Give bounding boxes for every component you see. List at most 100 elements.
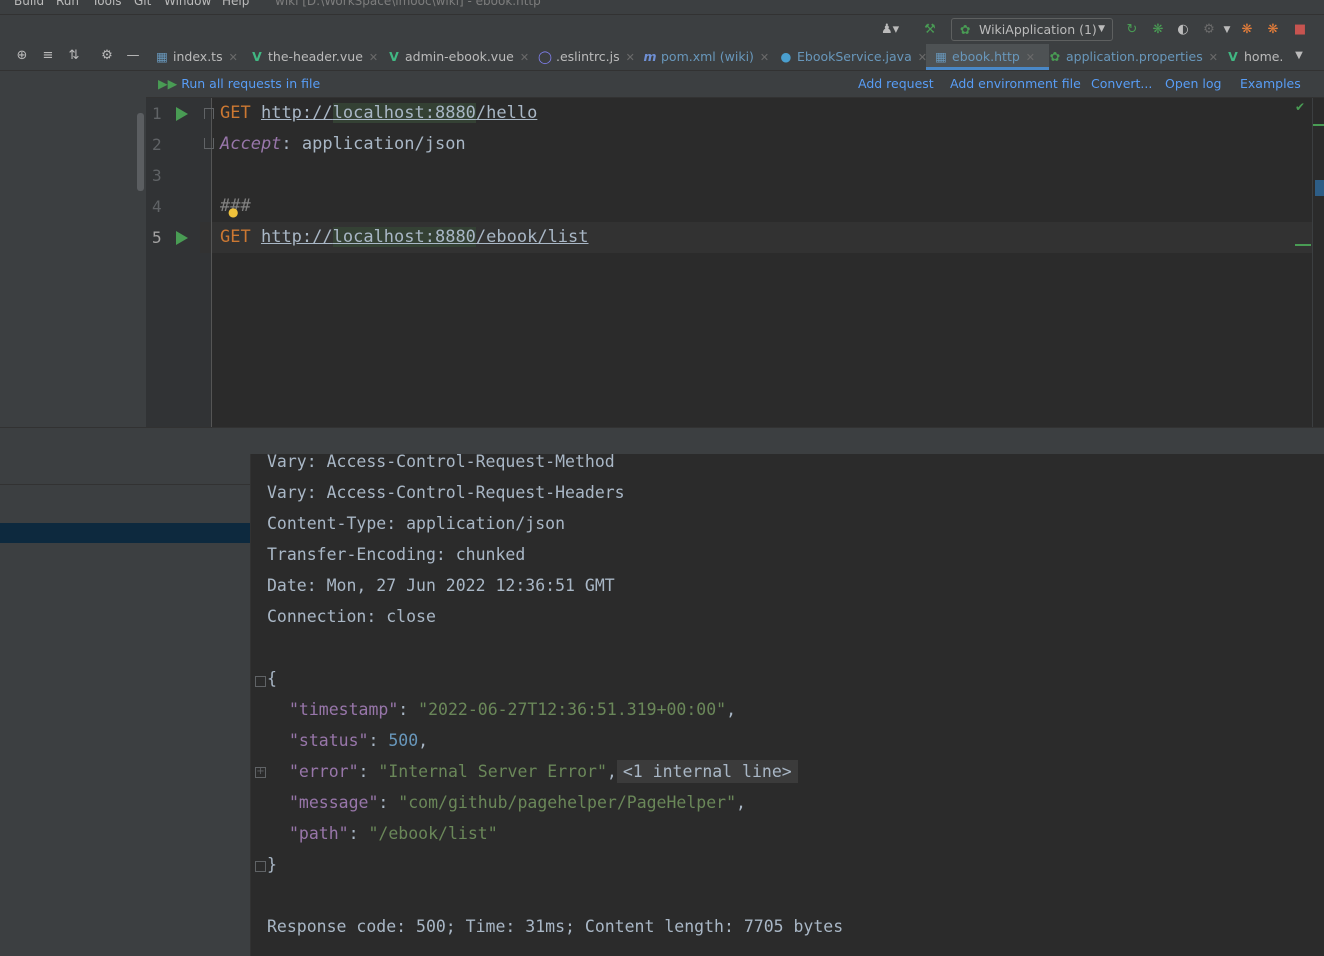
json-key: "path"	[289, 824, 349, 843]
header-colon: :	[281, 134, 302, 154]
run-all-requests-button[interactable]: ▶▶ Run all requests in file	[158, 76, 320, 91]
debug-bug-icon[interactable]: ❋	[1149, 21, 1167, 39]
menu-build[interactable]: Build	[14, 0, 44, 8]
tab-label: application.properties	[1066, 49, 1203, 64]
response-summary: Response code: 500; Time: 31ms; Content …	[267, 917, 844, 936]
close-icon[interactable]: ✕	[229, 51, 238, 64]
build-hammer-icon[interactable]: ⚒	[921, 21, 939, 39]
json-key: "error"	[289, 762, 359, 781]
json-path: "path": "/ebook/list"	[289, 824, 498, 843]
json-value: "2022-06-27T12:36:51.319+00:00"	[418, 700, 727, 719]
expand-all-icon[interactable]: ≡	[40, 48, 56, 64]
tab-label: index.ts	[173, 49, 223, 64]
scroll-thumb[interactable]	[1315, 180, 1324, 196]
json-status: "status": 500,	[289, 731, 429, 750]
user-icon[interactable]: ♟▾	[881, 21, 899, 39]
chevron-down-icon[interactable]: ▼	[1218, 21, 1236, 39]
url-host: localhost:8880	[332, 103, 476, 123]
json-value: "com/github/pagehelper/PageHelper"	[398, 793, 737, 812]
change-marker	[1313, 124, 1324, 126]
response-header: Transfer-Encoding: chunked	[267, 545, 526, 564]
run-all-icon: ▶▶	[158, 76, 178, 91]
code-line-5: GET http://localhost:8880/ebook/list	[220, 222, 589, 252]
expand-icon[interactable]: +	[255, 767, 266, 778]
vue-file-icon: V	[252, 49, 262, 64]
tab-application-properties[interactable]: ✿ application.properties ✕	[1048, 44, 1218, 70]
tab-label: home.	[1244, 49, 1284, 64]
menu-tools[interactable]: Tools	[92, 0, 122, 8]
http-file-icon: ▦	[935, 49, 947, 64]
stop-icon[interactable]: ■	[1291, 21, 1309, 39]
menu-run[interactable]: Run	[56, 0, 79, 8]
attach-debugger-icon[interactable]: ❋	[1238, 21, 1256, 39]
json-value: "Internal Server Error"	[378, 762, 607, 781]
chevron-down-icon[interactable]: ▼	[1291, 48, 1307, 64]
vue-file-icon: V	[1228, 49, 1238, 64]
run-request-icon[interactable]	[176, 231, 188, 245]
code-editor[interactable]: GET http://localhost:8880/hello Accept: …	[212, 98, 1312, 427]
menu-window[interactable]: Window	[164, 0, 211, 8]
rerun-icon[interactable]: ↻	[1123, 21, 1141, 39]
line-number: 4	[152, 197, 162, 216]
panel-divider[interactable]	[0, 427, 1324, 455]
tab-admin-ebook-vue[interactable]: Vadmin-ebook.vue ✕	[387, 44, 529, 70]
examples-link[interactable]: Examples	[1240, 76, 1301, 91]
close-icon[interactable]: ✕	[1209, 51, 1218, 64]
response-header: Connection: close	[267, 607, 436, 626]
profile-icon[interactable]: ⚙	[1200, 21, 1218, 39]
tab-pom-xml[interactable]: m pom.xml (wiki) ✕	[643, 44, 769, 70]
close-icon[interactable]: ✕	[369, 51, 378, 64]
line-number: 2	[152, 135, 162, 154]
tab-label: admin-ebook.vue	[405, 49, 514, 64]
editor-error-stripe[interactable]: ✔	[1295, 98, 1324, 427]
fold-icon[interactable]	[255, 861, 266, 872]
close-icon[interactable]: ✕	[520, 51, 529, 64]
close-icon[interactable]: ✕	[1026, 51, 1035, 64]
tab-ebook-http[interactable]: ▦ ebook.http ✕	[926, 44, 1049, 70]
menu-git[interactable]: Git	[134, 0, 151, 8]
tab-home-vue[interactable]: Vhome.	[1226, 44, 1286, 70]
fold-icon[interactable]	[255, 676, 266, 687]
run-all-label: Run all requests in file	[181, 76, 321, 91]
code-line-2: Accept: application/json	[220, 129, 466, 159]
window-title: wiki [D:\WorkSpace\imooc\wiki] - ebook.h…	[275, 0, 541, 8]
locate-icon[interactable]: ⊕	[14, 48, 30, 64]
json-key: "status"	[289, 731, 369, 750]
restart-debug-icon[interactable]: ❋	[1264, 21, 1282, 39]
run-configuration-select[interactable]: ✿ WikiApplication (1) ▼	[951, 18, 1113, 41]
tab-label: the-header.vue	[268, 49, 363, 64]
url-host: localhost:8880	[332, 227, 476, 247]
folded-lines-badge[interactable]: <1 internal line>	[616, 760, 798, 783]
close-icon[interactable]: ✕	[626, 51, 635, 64]
collapse-all-icon[interactable]: ⇅	[66, 48, 82, 64]
open-log-link[interactable]: Open log	[1165, 76, 1221, 91]
coverage-icon[interactable]: ◐	[1174, 21, 1192, 39]
request-url[interactable]: http://localhost:8880/hello	[261, 103, 537, 123]
tab-eslintrc-js[interactable]: ◯ .eslintrc.js ✕	[538, 44, 635, 70]
maven-file-icon: m	[643, 49, 657, 64]
add-environment-file-link[interactable]: Add environment file	[950, 76, 1081, 91]
close-icon[interactable]: ✕	[760, 51, 769, 64]
hide-panel-icon[interactable]: —	[125, 48, 141, 64]
header-value: application/json	[301, 134, 466, 154]
scrollbar[interactable]	[137, 113, 144, 191]
url-scheme: http://	[260, 103, 333, 123]
convert-link[interactable]: Convert...	[1091, 76, 1152, 91]
lightbulb-icon[interactable]: ●	[228, 205, 238, 219]
tab-the-header-vue[interactable]: Vthe-header.vue ✕	[250, 44, 378, 70]
code-line-1: GET http://localhost:8880/hello	[220, 98, 537, 128]
response-header: Vary: Access-Control-Request-Headers	[267, 483, 625, 502]
chevron-down-icon: ▼	[1098, 24, 1105, 34]
tab-index-ts[interactable]: ▦ index.ts ✕	[155, 44, 238, 70]
tab-ebookservice-java[interactable]: ● EbookService.java ✕	[779, 44, 927, 70]
selected-tree-row[interactable]	[0, 523, 250, 543]
request-url[interactable]: http://localhost:8880/ebook/list	[261, 227, 589, 247]
ts-file-icon: ▦	[156, 49, 168, 64]
gear-icon[interactable]: ⚙	[99, 48, 115, 64]
url-path: /hello	[475, 103, 538, 123]
add-request-link[interactable]: Add request	[858, 76, 934, 91]
run-request-icon[interactable]	[176, 107, 188, 121]
json-timestamp: "timestamp": "2022-06-27T12:36:51.319+00…	[289, 700, 737, 719]
response-viewer[interactable]: Vary: Access-Control-Request-Method Vary…	[251, 452, 1324, 956]
menu-help[interactable]: Help	[222, 0, 249, 8]
